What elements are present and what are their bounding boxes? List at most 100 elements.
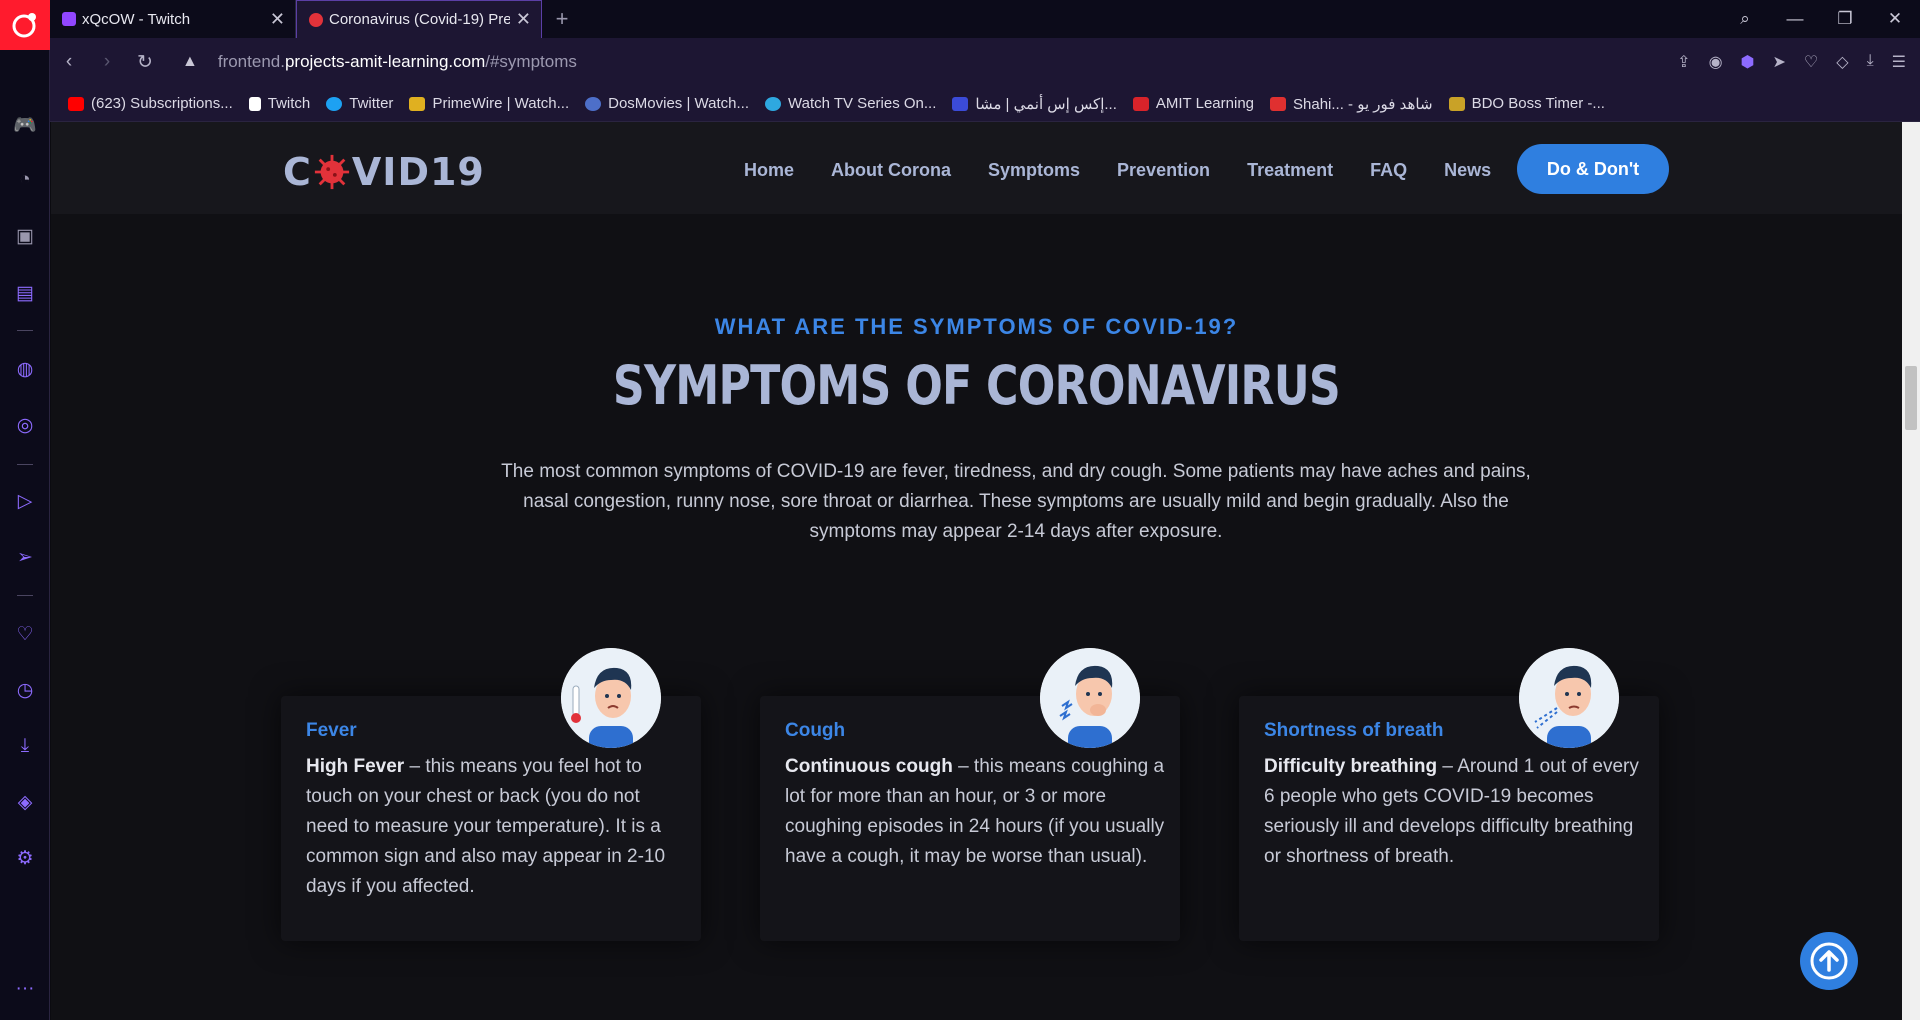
twitter-icon (326, 96, 343, 111)
cube-icon[interactable]: ◇ (1836, 52, 1848, 72)
card-body: High Fever – this means you feel hot to … (306, 752, 686, 902)
nav-about-corona[interactable]: About Corona (831, 160, 951, 181)
camera-icon[interactable]: ◉ (1709, 52, 1723, 72)
bookmark-label: Twitch (267, 95, 311, 112)
tab-twitch[interactable]: xQcOW - Twitch ✕ (50, 0, 296, 38)
twitch-icon[interactable]: ▤ (0, 282, 50, 305)
fever-illustration-icon (561, 648, 661, 748)
send-icon[interactable]: ➤ (1773, 52, 1786, 72)
heart-icon[interactable]: ♡ (0, 623, 50, 646)
nav-faq[interactable]: FAQ (1370, 160, 1407, 181)
bookmark-bdo[interactable]: BDO Boss Timer -... (1448, 95, 1605, 112)
scrollbar-thumb[interactable] (1905, 366, 1917, 430)
card-lead: Difficulty breathing (1264, 756, 1438, 777)
bookmark-label: PrimeWire | Watch... (432, 95, 570, 112)
warning-icon[interactable]: ▲ (182, 53, 198, 71)
xs-icon (952, 96, 969, 111)
settings-icon[interactable]: ⚙ (0, 847, 50, 870)
tab-title: xQcOW - Twitch (82, 10, 191, 28)
page-scrollbar[interactable] (1902, 122, 1920, 1020)
bookmark-dosmovies[interactable]: DosMovies | Watch... (585, 95, 749, 112)
bookmarks-bar: (623) Subscriptions... Twitch Twitter Pr… (50, 86, 1920, 122)
history-icon[interactable]: ◷ (0, 679, 50, 702)
bookmark-watch-tv[interactable]: Watch TV Series On... (765, 95, 936, 112)
cough-illustration-icon (1040, 648, 1140, 748)
search-tabs-icon[interactable]: ⌕ (1720, 9, 1770, 29)
url-field[interactable]: ▲ frontend. projects-amit-learning.com/#s… (182, 52, 577, 72)
bookmark-label: Twitter (349, 95, 394, 112)
tab-title: Coronavirus (Covid-19) Pre (329, 11, 510, 28)
new-tab-button[interactable]: + (542, 0, 582, 38)
forward-icon[interactable]: › (88, 51, 126, 73)
bookmark-amit[interactable]: AMIT Learning (1132, 95, 1254, 112)
card-text: – this means you feel hot to touch on yo… (306, 756, 666, 897)
back-icon[interactable]: ‹ (50, 51, 88, 73)
covid-logo[interactable]: C VID19 (283, 150, 485, 194)
bookmark-youtube[interactable]: (623) Subscriptions... (68, 95, 233, 112)
cube-icon[interactable]: ◈ (0, 791, 50, 814)
arrow-up-circle-icon (1810, 942, 1848, 980)
do-and-dont-button[interactable]: Do & Don't (1517, 144, 1669, 194)
twitch-favicon-icon (62, 12, 76, 26)
whatsapp-icon[interactable]: ◎ (0, 414, 50, 437)
card-body: Continuous cough – this means coughing a… (785, 752, 1165, 872)
messenger-icon[interactable]: ◍ (0, 358, 50, 381)
tv-series-icon (765, 96, 781, 111)
speed-dial-icon[interactable]: ◔ (0, 169, 50, 191)
card-body: Difficulty breathing – Around 1 out of e… (1264, 752, 1644, 872)
bookmark-label: Watch TV Series On... (788, 95, 937, 112)
extensions-icon[interactable]: ▣ (0, 225, 50, 248)
vpn-shield-icon[interactable]: ⬢ (1741, 52, 1755, 72)
address-bar: ‹ › ↻ ▲ frontend. projects-amit-learning.… (50, 38, 1920, 86)
shahid-icon (1270, 96, 1286, 111)
heart-icon[interactable]: ♡ (1804, 52, 1818, 72)
bookmark-label: AMIT Learning (1155, 95, 1254, 112)
scroll-to-top-button[interactable] (1800, 932, 1858, 990)
download-icon[interactable]: ⤓ (1867, 52, 1874, 72)
main-nav: Home About Corona Symptoms Prevention Tr… (744, 160, 1528, 181)
section-intro: The most common symptoms of COVID-19 are… (501, 461, 1531, 542)
url-prefix: frontend. (217, 52, 285, 71)
more-icon[interactable]: ··· (0, 978, 50, 1000)
nav-treatment[interactable]: Treatment (1247, 160, 1333, 181)
downloads-icon[interactable]: ⤓ (0, 735, 50, 757)
bookmark-twitch[interactable]: Twitch (248, 95, 311, 112)
close-icon[interactable]: ✕ (270, 9, 285, 30)
bookmark-label: Shahi... - شاهد فور يو (1293, 95, 1433, 113)
nav-news[interactable]: News (1444, 160, 1491, 181)
nav-home[interactable]: Home (744, 160, 794, 181)
gamepad-icon[interactable]: 🎮 (0, 113, 50, 137)
close-window-icon[interactable]: ✕ (1870, 9, 1920, 29)
amit-icon (1132, 96, 1149, 111)
minimize-icon[interactable]: — (1770, 9, 1820, 29)
bookmark-primewire[interactable]: PrimeWire | Watch... (409, 95, 569, 112)
reload-icon[interactable]: ↻ (126, 51, 164, 74)
restore-icon[interactable]: ❐ (1820, 9, 1870, 29)
bookmark-label: (623) Subscriptions... (91, 95, 233, 112)
section-title: SYMPTOMS OF CORONAVIRUS (612, 354, 1341, 417)
section-eyebrow: WHAT ARE THE SYMPTOMS OF COVID-19? (714, 314, 1239, 339)
card-title: Shortness of breath (1264, 720, 1444, 741)
breath-illustration-icon (1519, 648, 1619, 748)
nav-prevention[interactable]: Prevention (1117, 160, 1210, 181)
bookmark-xsanime[interactable]: إكس إس أنمي | مشا... (952, 95, 1117, 113)
card-lead: Continuous cough (785, 756, 953, 777)
bookmark-shahid[interactable]: Shahi... - شاهد فور يو (1270, 95, 1433, 113)
browser-sidebar: 🎮 ◔ ▣ ▤ ◍ ◎ ▷ ➢ ♡ ◷ ⤓ ◈ ⚙ ··· (0, 50, 50, 1020)
send-icon[interactable]: ➢ (0, 546, 50, 569)
bookmark-twitter[interactable]: Twitter (326, 95, 393, 112)
close-icon[interactable]: ✕ (516, 9, 531, 30)
symptom-card-breath: Shortness of breath Difficulty breathing… (1239, 648, 1659, 941)
youtube-icon (68, 96, 84, 111)
player-icon[interactable]: ▷ (0, 490, 50, 513)
url-host: projects-amit-learning.com (284, 52, 486, 71)
address-bar-icons: ⇪ ◉ ⬢ ➤ ♡ ◇ ⤓ ☰ (1677, 52, 1906, 72)
url-path: /#symptoms (485, 52, 577, 71)
nav-symptoms[interactable]: Symptoms (988, 160, 1080, 181)
tab-coronavirus[interactable]: Coronavirus (Covid-19) Pre ✕ (296, 0, 542, 38)
easy-setup-icon[interactable]: ☰ (1892, 52, 1906, 72)
share-icon[interactable]: ⇪ (1677, 52, 1690, 72)
virus-icon (314, 154, 349, 190)
browser-logo[interactable] (0, 0, 50, 50)
window-controls: ⌕ — ❐ ✕ (1720, 0, 1920, 38)
